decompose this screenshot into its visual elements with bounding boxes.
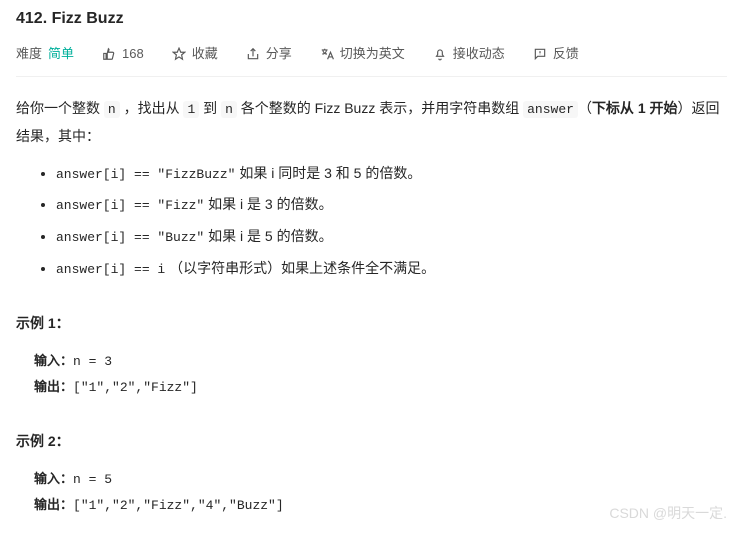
share-icon — [246, 47, 260, 61]
list-item: answer[i] == "Buzz" 如果 i 是 5 的倍数。 — [56, 223, 727, 251]
code-inline: answer[i] == "Buzz" — [56, 230, 204, 245]
example-output: 输出：["1","2","Fizz","4","Buzz"] — [34, 493, 727, 519]
like-count: 168 — [122, 44, 144, 65]
code-inline: answer[i] == i — [56, 262, 165, 277]
difficulty-value: 简单 — [48, 44, 74, 65]
code-inline: answer[i] == "FizzBuzz" — [56, 167, 235, 182]
favorite-label: 收藏 — [192, 44, 218, 65]
like-button[interactable]: 168 — [102, 44, 144, 65]
list-item: answer[i] == "FizzBuzz" 如果 i 同时是 3 和 5 的… — [56, 160, 727, 188]
difficulty: 难度 简单 — [16, 44, 74, 65]
output-value: ["1","2","Fizz"] — [73, 380, 198, 395]
text: ，找出从 — [120, 100, 184, 116]
description-paragraph: 给你一个整数 n ，找出从 1 到 n 各个整数的 Fizz Buzz 表示，并… — [16, 95, 727, 149]
subscribe-label: 接收动态 — [453, 44, 505, 65]
output-label: 输出： — [34, 497, 73, 512]
switch-language-label: 切换为英文 — [340, 44, 405, 65]
example-input: 输入：n = 5 — [34, 467, 727, 493]
feedback-label: 反馈 — [553, 44, 579, 65]
problem-title: 412. Fizz Buzz — [16, 6, 727, 32]
text: 各个整数的 Fizz Buzz 表示，并用字符串数组 — [237, 100, 523, 116]
example-output: 输出：["1","2","Fizz"] — [34, 375, 727, 401]
translate-icon — [320, 47, 334, 61]
text: 如果 i 是 5 的倍数。 — [204, 228, 332, 244]
input-value: n = 5 — [73, 472, 112, 487]
code-inline: n — [221, 101, 237, 118]
text: 如果 i 是 3 的倍数。 — [204, 196, 332, 212]
example-label: 示例 2： — [16, 428, 727, 455]
share-button[interactable]: 分享 — [246, 44, 292, 65]
code-inline: answer[i] == "Fizz" — [56, 198, 204, 213]
list-item: answer[i] == i （以字符串形式）如果上述条件全不满足。 — [56, 255, 727, 283]
example-block: 输入：n = 3 输出：["1","2","Fizz"] — [34, 349, 727, 400]
meta-bar: 难度 简单 168 收藏 分享 切换为英文 接收动态 反馈 — [16, 44, 727, 78]
feedback-icon — [533, 47, 547, 61]
output-label: 输出： — [34, 379, 73, 394]
subscribe-button[interactable]: 接收动态 — [433, 44, 505, 65]
code-inline: answer — [523, 101, 578, 118]
code-inline: 1 — [183, 101, 199, 118]
example-block: 输入：n = 5 输出：["1","2","Fizz","4","Buzz"] — [34, 467, 727, 518]
difficulty-label: 难度 — [16, 44, 42, 65]
text: 给你一个整数 — [16, 100, 104, 116]
share-label: 分享 — [266, 44, 292, 65]
problem-description: 给你一个整数 n ，找出从 1 到 n 各个整数的 Fizz Buzz 表示，并… — [16, 95, 727, 518]
switch-language-button[interactable]: 切换为英文 — [320, 44, 405, 65]
text: 如果 i 同时是 3 和 5 的倍数。 — [235, 165, 421, 181]
input-value: n = 3 — [73, 354, 112, 369]
feedback-button[interactable]: 反馈 — [533, 44, 579, 65]
input-label: 输入： — [34, 471, 73, 486]
favorite-button[interactable]: 收藏 — [172, 44, 218, 65]
star-icon — [172, 47, 186, 61]
bell-icon — [433, 47, 447, 61]
list-item: answer[i] == "Fizz" 如果 i 是 3 的倍数。 — [56, 191, 727, 219]
rules-list: answer[i] == "FizzBuzz" 如果 i 同时是 3 和 5 的… — [56, 160, 727, 283]
text: 到 — [199, 100, 221, 116]
input-label: 输入： — [34, 353, 73, 368]
text: （以字符串形式）如果上述条件全不满足。 — [165, 260, 435, 276]
output-value: ["1","2","Fizz","4","Buzz"] — [73, 498, 284, 513]
code-inline: n — [104, 101, 120, 118]
example-label: 示例 1： — [16, 310, 727, 337]
thumbs-up-icon — [102, 47, 116, 61]
bold-text: 下标从 1 开始 — [592, 100, 678, 116]
example-input: 输入：n = 3 — [34, 349, 727, 375]
text: （ — [578, 100, 592, 116]
